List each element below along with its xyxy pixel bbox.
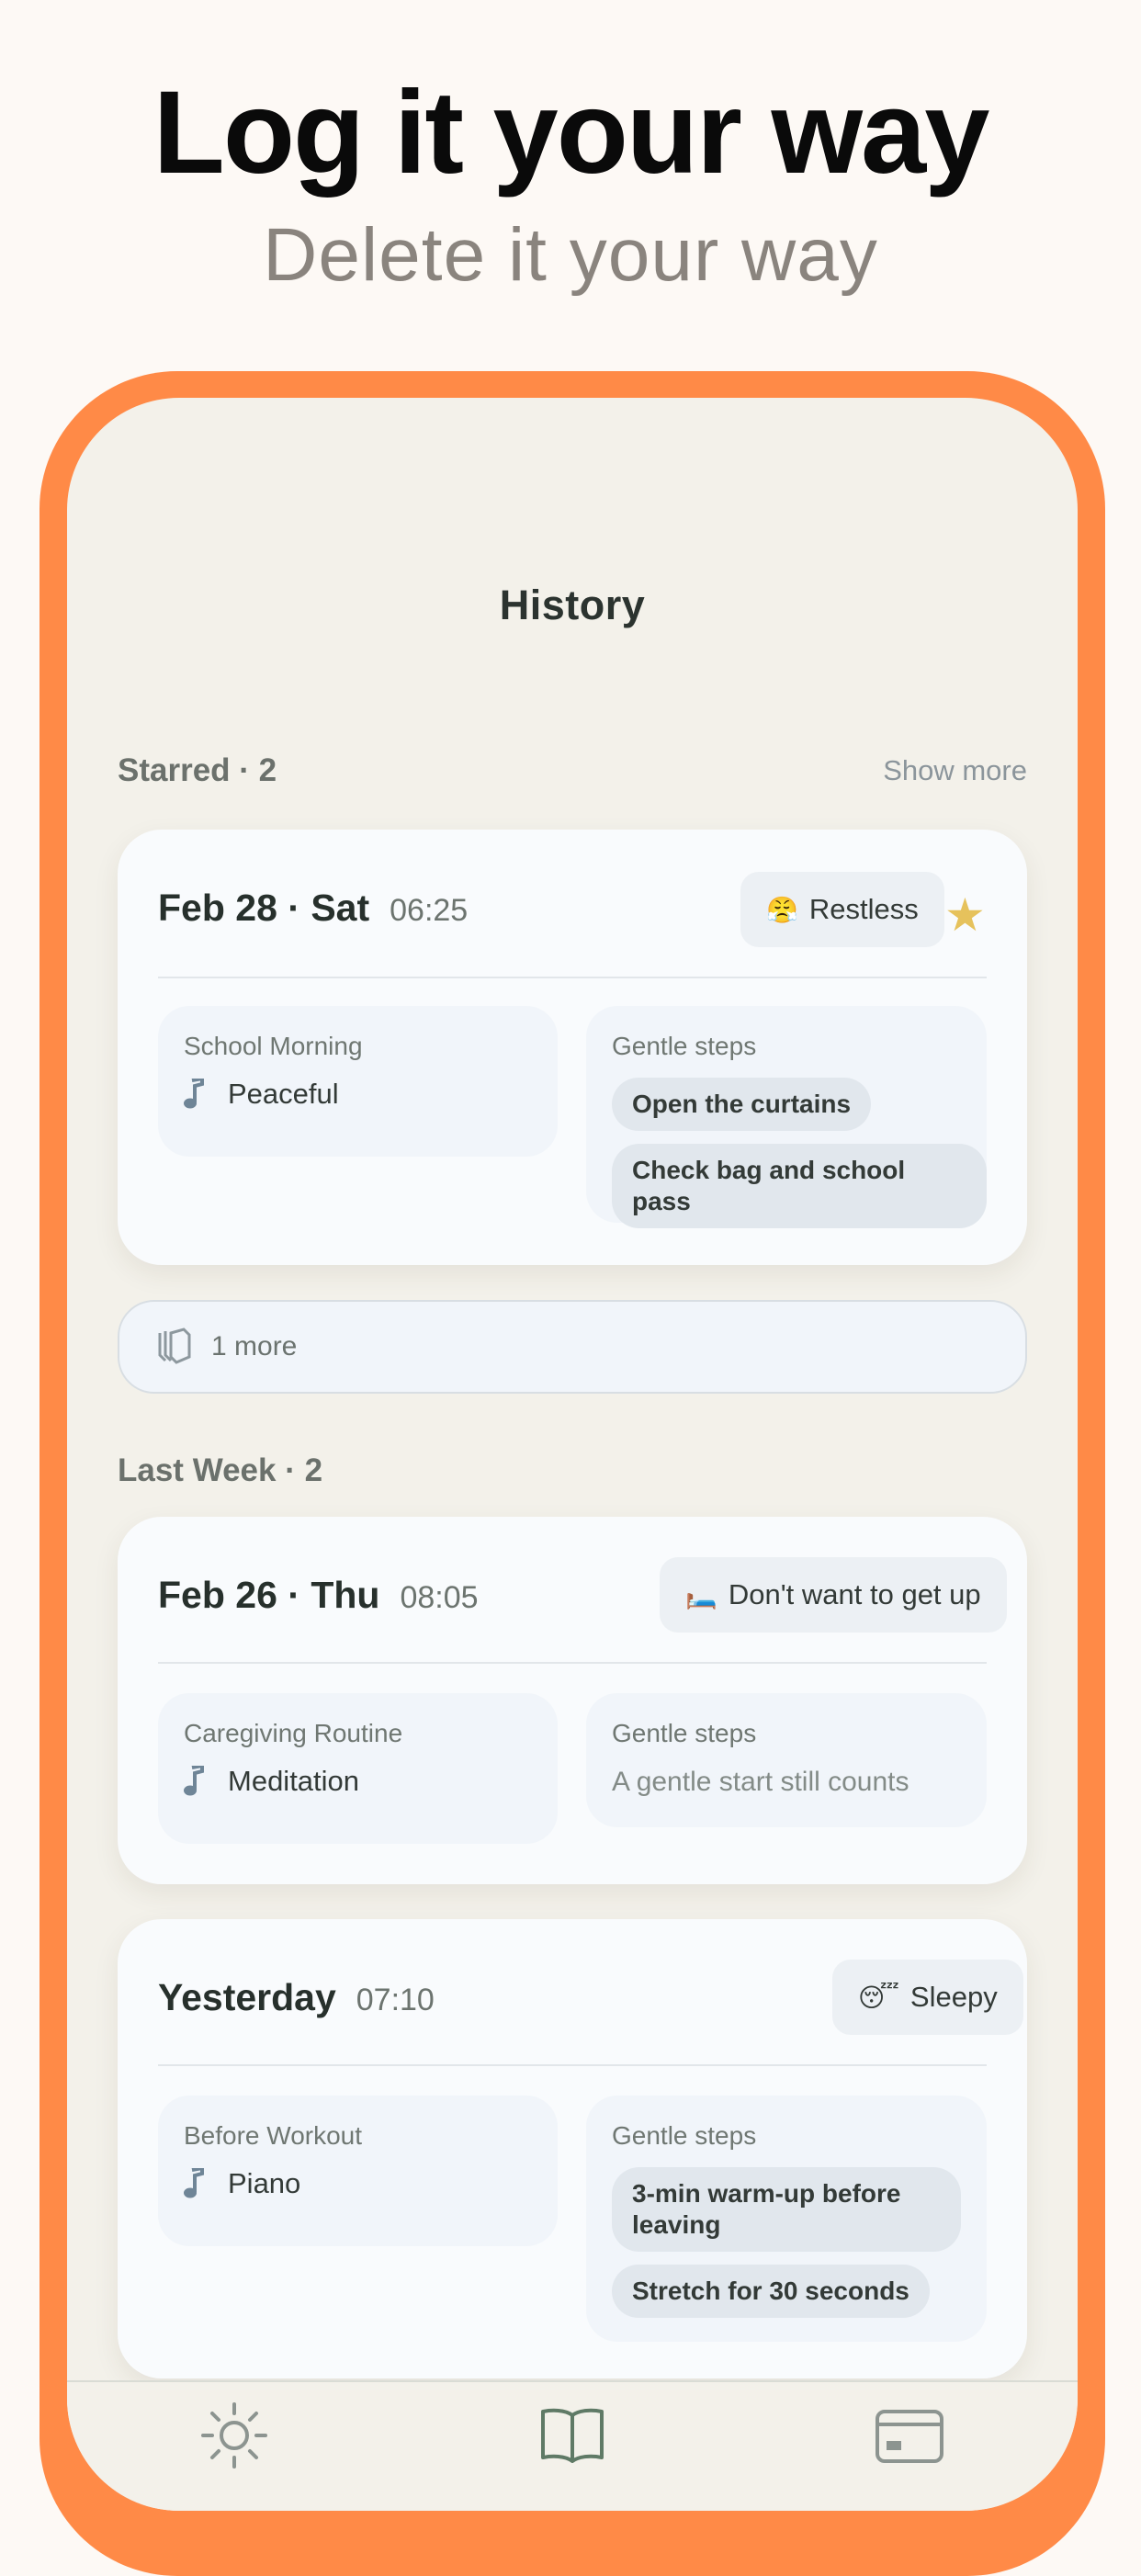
music-note-icon xyxy=(184,2168,204,2198)
card-icon xyxy=(876,2410,943,2463)
music-row: Peaceful xyxy=(184,1078,339,1111)
music-label: Piano xyxy=(228,2167,301,2199)
entry-date: Feb 26 · Thu 08:05 xyxy=(158,1574,479,1617)
music-label: Peaceful xyxy=(228,1078,339,1110)
sleepy-emoji-icon: 😴 xyxy=(858,1983,899,2012)
bed-emoji-icon: 🛏️ xyxy=(685,1580,717,1610)
mood-chip[interactable]: 🛏️ Don't want to get up xyxy=(660,1557,1007,1633)
mood-chip[interactable]: 😴 Sleepy xyxy=(832,1960,1023,2035)
entry-date-text: Feb 26 · Thu xyxy=(158,1574,380,1616)
card-divider xyxy=(158,977,987,978)
entry-time: 07:10 xyxy=(356,1983,435,2017)
card-divider xyxy=(158,1662,987,1664)
marketing-header: Log it your way Delete it your way xyxy=(0,0,1141,367)
section-header-starred: Starred · 2 xyxy=(118,752,277,788)
mood-chip[interactable]: 😤 Restless xyxy=(740,872,944,947)
step-pill: Stretch for 30 seconds xyxy=(612,2265,930,2318)
entry-date: Feb 28 · Sat 06:25 xyxy=(158,887,468,930)
more-entries-button[interactable]: 1 more xyxy=(118,1300,1027,1394)
mood-emoji-icon: 😤 xyxy=(766,895,798,924)
page-title: History xyxy=(499,582,646,628)
tab-today[interactable] xyxy=(199,2401,269,2475)
star-icon[interactable]: ★ xyxy=(944,892,986,938)
mood-label: Don't want to get up xyxy=(728,1578,981,1610)
entry-time: 06:25 xyxy=(390,893,469,928)
sun-icon xyxy=(201,2402,267,2469)
entry-card[interactable]: Yesterday 07:10 😴 Sleepy Before Workout P… xyxy=(118,1919,1027,2378)
tab-card[interactable] xyxy=(874,2401,945,2475)
tab-bar xyxy=(67,2380,1078,2511)
entry-date-text: Feb 28 · Sat xyxy=(158,887,370,929)
steps-panel: Gentle steps A gentle start still counts xyxy=(586,1693,987,1827)
steps-panel: Gentle steps Open the curtains Check bag… xyxy=(586,1006,987,1228)
routine-name: Before Workout xyxy=(184,2121,363,2150)
entry-date: Yesterday 07:10 xyxy=(158,1976,435,2019)
routine-panel: School Morning Peaceful xyxy=(158,1006,558,1157)
steps-label: Gentle steps xyxy=(612,1032,757,1060)
step-pill: Check bag and school pass xyxy=(612,1144,987,1228)
section-header-last-week: Last Week · 2 xyxy=(118,1452,323,1488)
steps-label: Gentle steps xyxy=(612,2121,757,2150)
routine-panel: Caregiving Routine Meditation xyxy=(158,1693,558,1844)
step-pill: 3-min warm-up before leaving xyxy=(612,2167,961,2252)
headline: Log it your way xyxy=(153,67,990,198)
music-row: Piano xyxy=(184,2167,300,2200)
steps-label: Gentle steps xyxy=(612,1719,757,1747)
entry-date-text: Yesterday xyxy=(158,1976,336,2018)
entry-time: 08:05 xyxy=(400,1580,479,1615)
tab-history[interactable] xyxy=(537,2401,607,2475)
show-more-link[interactable]: Show more xyxy=(883,754,1027,787)
music-note-icon xyxy=(184,1079,204,1109)
routine-name: Caregiving Routine xyxy=(184,1719,403,1747)
more-label: 1 more xyxy=(211,1331,298,1361)
music-label: Meditation xyxy=(228,1765,360,1797)
book-icon xyxy=(541,2408,604,2463)
entry-card-starred[interactable]: Feb 28 · Sat 06:25 😤 Restless ★ School Mo… xyxy=(118,830,1027,1265)
step-pill: Open the curtains xyxy=(612,1078,872,1131)
mood-label: Restless xyxy=(808,893,919,925)
music-note-icon xyxy=(184,1766,204,1796)
steps-empty-message: A gentle start still counts xyxy=(612,1767,909,1797)
subline: Delete it your way xyxy=(263,213,878,297)
music-row: Meditation xyxy=(184,1765,359,1798)
routine-panel: Before Workout Piano xyxy=(158,2096,558,2246)
mood-label: Sleepy xyxy=(909,1981,998,2013)
entry-card[interactable]: Feb 26 · Thu 08:05 🛏️ Don't want to get u… xyxy=(118,1517,1027,1884)
routine-name: School Morning xyxy=(184,1032,363,1060)
stack-icon xyxy=(158,1328,191,1364)
app-screen: History Starred · 2 Show more Feb 28 · S… xyxy=(67,398,1078,2511)
steps-panel: Gentle steps 3-min warm-up before leavin… xyxy=(586,2096,987,2342)
card-divider xyxy=(158,2064,987,2066)
